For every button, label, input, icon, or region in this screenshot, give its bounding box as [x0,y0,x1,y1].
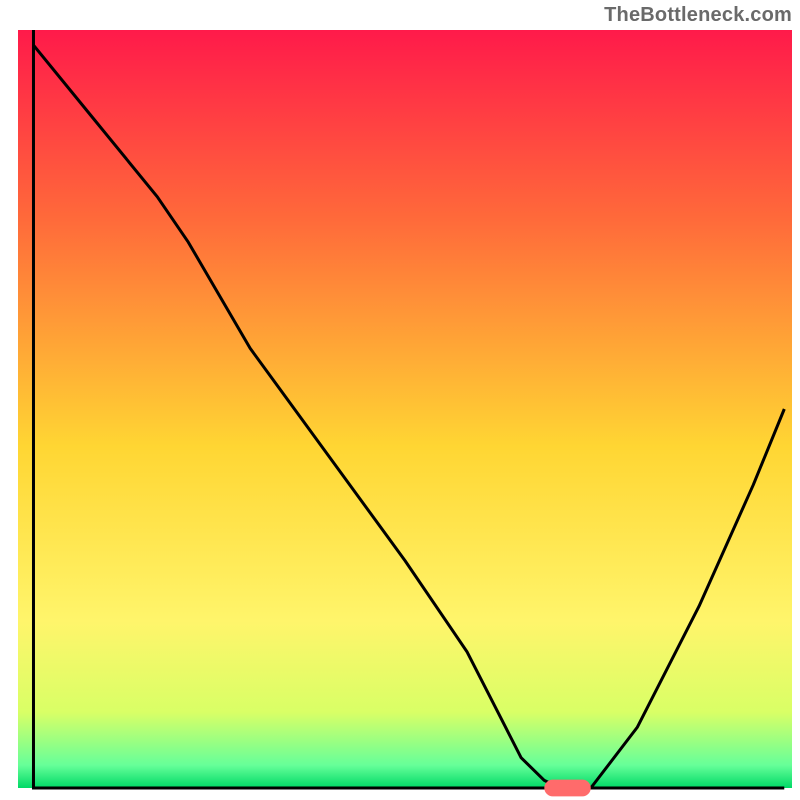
chart-svg [0,0,800,800]
optimal-point-marker [544,780,590,797]
bottleneck-chart: TheBottleneck.com [0,0,800,800]
plot-area [18,30,792,796]
watermark-text: TheBottleneck.com [604,4,792,27]
gradient-background [18,30,792,788]
